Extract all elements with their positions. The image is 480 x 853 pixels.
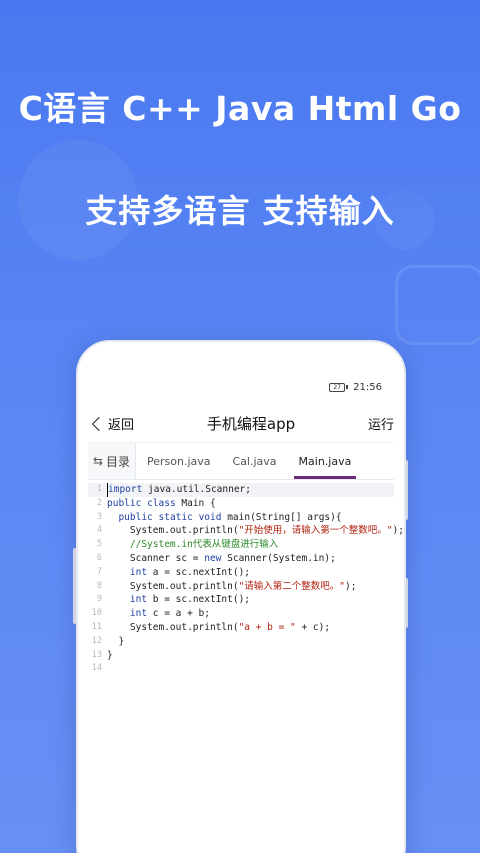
tab-label: Main.java: [298, 454, 352, 468]
code-text: int a = sc.nextInt();: [129, 566, 251, 578]
directory-label: 目录: [106, 454, 131, 469]
app-title: 手机编程app: [206, 414, 296, 433]
line-number: 4: [96, 525, 102, 536]
code-text: System.out.println("开始使用，请输入第一个整数吧。");: [107, 525, 404, 537]
phone-screen: 27 21:56 返回 手机编程app 运行 ⇆ 目录 Person.java …: [88, 370, 404, 853]
code-text: System.out.println("a + b = " + c);: [107, 621, 331, 633]
code-text: }: [107, 649, 113, 661]
code-text: public static void main(String[] args){: [118, 511, 342, 523]
code-line[interactable]: 10 int c = a + b;: [88, 607, 394, 621]
code-line[interactable]: 1 import java.util.Scanner;: [88, 483, 394, 497]
line-number: 1: [96, 484, 102, 494]
chevron-left-icon: [91, 416, 107, 431]
status-bar: 27 21:56: [88, 370, 394, 404]
phone-mockup: 27 21:56 返回 手机编程app 运行 ⇆ 目录 Person.java …: [76, 340, 406, 853]
code-line[interactable]: 9 int b = sc.nextInt();: [88, 593, 394, 607]
tab-person-java[interactable]: Person.java: [136, 443, 222, 479]
status-time: 21:56: [353, 381, 382, 393]
background-decoration: [395, 265, 480, 345]
tab-main-java[interactable]: Main.java: [288, 443, 363, 479]
code-line[interactable]: 5 //System.in代表从键盘进行输入: [88, 538, 394, 552]
line-number: 10: [91, 608, 102, 619]
code-line[interactable]: 3 public static void main(String[] args)…: [88, 511, 394, 525]
code-line[interactable]: 2 public class Main {: [88, 497, 394, 511]
code-text: }: [107, 635, 125, 647]
run-button[interactable]: 运行: [368, 414, 394, 433]
code-line[interactable]: 8 System.out.println("请输入第二个整数吧。");: [88, 580, 394, 594]
line-number: 12: [91, 635, 102, 646]
code-text: import java.util.Scanner;: [107, 483, 251, 497]
line-number: 5: [96, 539, 102, 550]
swap-icon: ⇆: [92, 454, 104, 468]
code-text: int b = sc.nextInt();: [129, 594, 251, 606]
code-editor[interactable]: 1 import java.util.Scanner; 2 public class …: [88, 480, 404, 676]
code-text: public class Main {: [107, 497, 216, 509]
line-number: 7: [96, 566, 102, 577]
line-number: 2: [96, 497, 102, 508]
code-text: Scanner sc = new Scanner(System.in);: [107, 552, 336, 564]
back-button[interactable]: 返回: [91, 414, 135, 433]
tab-label: Cal.java: [232, 454, 277, 468]
line-number: 3: [96, 511, 102, 522]
code-text: //System.in代表从键盘进行输入: [129, 539, 279, 551]
code-text: int c = a + b;: [129, 608, 210, 620]
line-number: 9: [96, 594, 102, 605]
code-line[interactable]: 12 }: [88, 635, 394, 649]
battery-icon: 27: [329, 382, 349, 392]
tab-label: Person.java: [147, 454, 211, 468]
code-text: System.out.println("请输入第二个整数吧。");: [107, 580, 357, 592]
file-tab-bar: ⇆ 目录 Person.java Cal.java Main.java: [88, 442, 394, 480]
line-number: 8: [96, 580, 102, 591]
code-line[interactable]: 4 System.out.println("开始使用，请输入第一个整数吧。");: [88, 524, 404, 538]
headline-features: 支持多语言 支持输入: [85, 192, 395, 230]
directory-button[interactable]: ⇆ 目录: [88, 443, 136, 479]
line-number: 11: [91, 621, 102, 632]
code-line[interactable]: 6 Scanner sc = new Scanner(System.in);: [88, 552, 394, 566]
line-number: 13: [91, 649, 102, 660]
headline-languages: C语言 C++ Java Html Go: [18, 89, 462, 128]
app-bar: 返回 手机编程app 运行: [88, 404, 394, 442]
tab-cal-java[interactable]: Cal.java: [222, 443, 288, 479]
battery-level: 27: [329, 382, 346, 392]
code-line[interactable]: 14: [88, 662, 394, 676]
back-label: 返回: [108, 417, 135, 433]
code-line[interactable]: 13}: [88, 649, 394, 663]
code-line[interactable]: 11 System.out.println("a + b = " + c);: [88, 621, 394, 635]
line-number: 6: [96, 552, 102, 563]
line-number: 14: [91, 663, 102, 674]
code-line[interactable]: 7 int a = sc.nextInt();: [88, 566, 394, 580]
